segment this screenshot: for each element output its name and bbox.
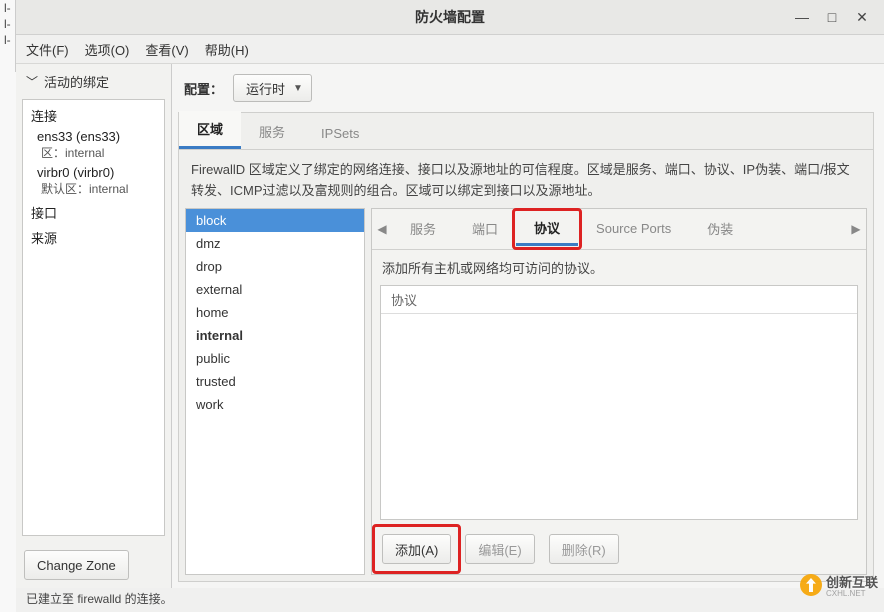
caret-down-icon: ▼ xyxy=(293,83,303,94)
protocol-column-header: 协议 xyxy=(381,286,857,314)
subtab-scroll-left[interactable]: ◀ xyxy=(372,222,392,236)
zone-item-external[interactable]: external xyxy=(186,278,364,301)
titlebar: 防火墙配置 — □ ✕ xyxy=(16,0,884,35)
window-controls: — □ ✕ xyxy=(794,0,878,34)
menu-options[interactable]: 选项(O) xyxy=(85,40,130,59)
zone-list[interactable]: block dmz drop external home internal pu… xyxy=(185,208,365,575)
firewall-config-window: 防火墙配置 — □ ✕ 文件(F) 选项(O) 查看(V) 帮助(H) ﹀ 活动… xyxy=(16,0,884,612)
tab-zone[interactable]: 区域 xyxy=(179,111,241,149)
config-dropdown[interactable]: 运行时 ▼ xyxy=(233,74,312,102)
remove-button[interactable]: 删除(R) xyxy=(549,534,619,564)
zone-detail-area: ◀ 服务 端口 协议 Source Ports 伪装 ▶ 添加所有主机或网络均可… xyxy=(371,208,867,575)
watermark-logo-icon xyxy=(800,574,822,596)
section-sources: 来源 xyxy=(23,224,164,249)
bindings-list[interactable]: 连接 ens33 (ens33) 区：internal virbr0 (virb… xyxy=(22,99,165,536)
chevron-down-icon: ﹀ xyxy=(26,73,38,90)
tab-ipsets[interactable]: IPSets xyxy=(303,118,377,149)
config-row: 配置： 运行时 ▼ xyxy=(172,64,884,112)
sidebar-header-label: 活动的绑定 xyxy=(44,72,109,91)
subtab-port[interactable]: 端口 xyxy=(454,213,516,244)
subtab-service[interactable]: 服务 xyxy=(392,213,454,244)
zone-item-block[interactable]: block xyxy=(186,209,364,232)
zone-subtabs: ◀ 服务 端口 协议 Source Ports 伪装 ▶ xyxy=(372,209,866,250)
subtab-masquerade[interactable]: 伪装 xyxy=(689,213,751,244)
maximize-button[interactable]: □ xyxy=(824,9,840,25)
menubar: 文件(F) 选项(O) 查看(V) 帮助(H) xyxy=(16,35,884,64)
section-connections: 连接 xyxy=(23,102,164,127)
change-zone-button[interactable]: Change Zone xyxy=(24,550,129,580)
section-interfaces: 接口 xyxy=(23,199,164,224)
menu-view[interactable]: 查看(V) xyxy=(145,40,188,59)
connection-item[interactable]: ens33 (ens33) 区：internal xyxy=(23,127,164,163)
subtab-source-ports[interactable]: Source Ports xyxy=(578,215,689,242)
watermark: 创新互联 CXHL.NET xyxy=(800,572,878,598)
zone-item-public[interactable]: public xyxy=(186,347,364,370)
menu-file[interactable]: 文件(F) xyxy=(26,40,69,59)
zone-item-trusted[interactable]: trusted xyxy=(186,370,364,393)
left-edge-fragment: l-l-l- xyxy=(0,0,16,72)
zone-item-home[interactable]: home xyxy=(186,301,364,324)
sidebar-header[interactable]: ﹀ 活动的绑定 xyxy=(16,64,171,99)
minimize-button[interactable]: — xyxy=(794,9,810,25)
zone-item-work[interactable]: work xyxy=(186,393,364,416)
zone-item-drop[interactable]: drop xyxy=(186,255,364,278)
connection-item[interactable]: virbr0 (virbr0) 默认区：internal xyxy=(23,163,164,199)
window-title: 防火墙配置 xyxy=(415,7,485,27)
zone-description: FirewallD 区域定义了绑定的网络连接、接口以及源地址的可信程度。区域是服… xyxy=(179,150,873,208)
add-button[interactable]: 添加(A) xyxy=(382,534,451,564)
menu-help[interactable]: 帮助(H) xyxy=(205,40,249,59)
protocol-actions: 添加(A) 编辑(E) 删除(R) xyxy=(372,524,866,574)
zone-item-internal[interactable]: internal xyxy=(186,324,364,347)
sidebar: ﹀ 活动的绑定 连接 ens33 (ens33) 区：internal virb… xyxy=(16,64,172,588)
panel-tabs: 区域 服务 IPSets xyxy=(179,113,873,150)
main-area: 配置： 运行时 ▼ 区域 服务 IPSets FirewallD 区域定义了绑定… xyxy=(172,64,884,588)
config-panel: 区域 服务 IPSets FirewallD 区域定义了绑定的网络连接、接口以及… xyxy=(178,112,874,582)
body: ﹀ 活动的绑定 连接 ens33 (ens33) 区：internal virb… xyxy=(16,64,884,588)
zone-item-dmz[interactable]: dmz xyxy=(186,232,364,255)
zone-inner: block dmz drop external home internal pu… xyxy=(179,208,873,581)
edit-button[interactable]: 编辑(E) xyxy=(465,534,534,564)
protocol-description: 添加所有主机或网络均可访问的协议。 xyxy=(372,250,866,281)
tab-service[interactable]: 服务 xyxy=(241,114,303,149)
config-dropdown-value: 运行时 xyxy=(246,79,285,98)
status-bar: 已建立至 firewalld 的连接。 xyxy=(16,588,884,612)
protocol-table[interactable]: 协议 xyxy=(380,285,858,520)
config-label: 配置： xyxy=(184,79,223,98)
subtab-protocol[interactable]: 协议 xyxy=(516,212,578,246)
close-button[interactable]: ✕ xyxy=(854,9,870,25)
subtab-scroll-right[interactable]: ▶ xyxy=(846,222,866,236)
